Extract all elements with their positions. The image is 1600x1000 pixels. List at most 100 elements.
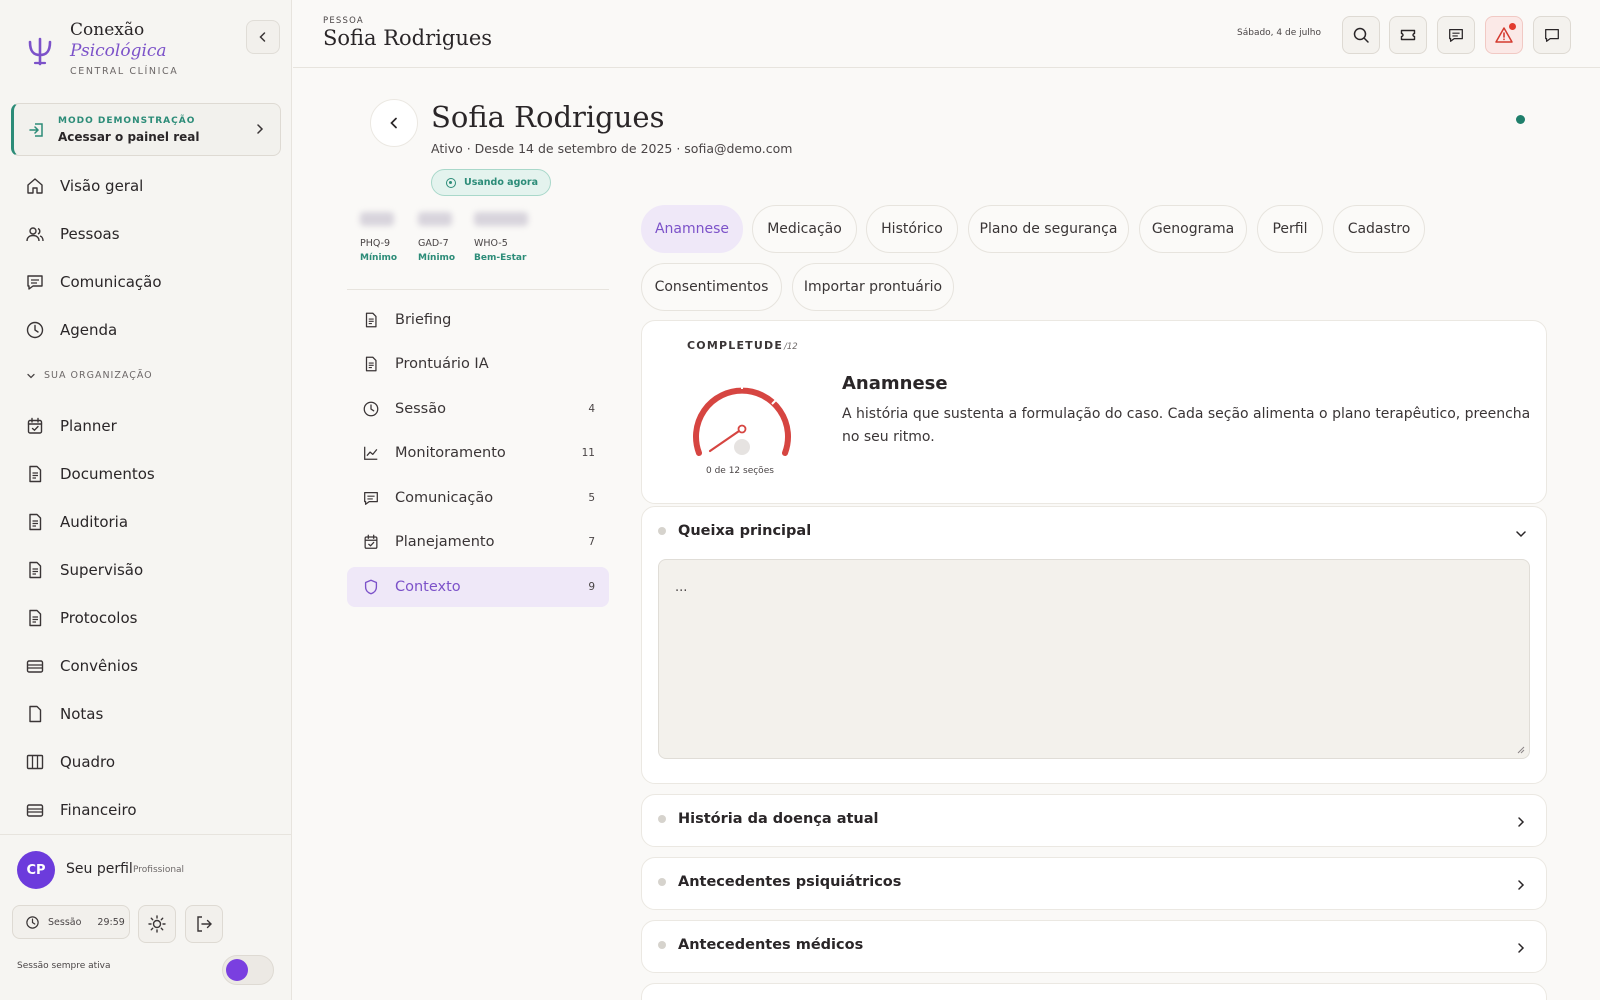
subnav-label: Contexto: [395, 579, 461, 595]
chevron-down-icon[interactable]: [1514, 527, 1528, 541]
nav-item-auditoria[interactable]: Auditoria: [24, 507, 274, 537]
score-level: Mínimo: [418, 253, 456, 263]
nav-item-pessoas[interactable]: Pessoas: [24, 219, 274, 249]
tab-cadastro[interactable]: Cadastro: [1333, 205, 1425, 253]
subnav-item-contexto[interactable]: Contexto 9: [347, 567, 609, 607]
clock-icon: [361, 399, 381, 419]
subnav-label: Planejamento: [395, 534, 495, 550]
section-header: História da doença atual: [658, 811, 879, 827]
message-icon: [24, 271, 46, 293]
nav-item-quadro[interactable]: Quadro: [24, 747, 274, 777]
ticket-icon: [1400, 29, 1416, 41]
completeness-card: COMPLETUDE /12 0 de 12 seções Anamnese A…: [641, 320, 1547, 504]
radio-dot-icon: [446, 177, 456, 188]
score-level: Mínimo: [360, 253, 398, 263]
section-toggle-organizacao[interactable]: SUA ORGANIZAÇÃO: [26, 370, 153, 381]
page-tag: PESSOA: [323, 16, 364, 26]
enter-icon: [29, 123, 43, 137]
nav-item-protocolos[interactable]: Protocolos: [24, 603, 274, 633]
queixa-principal-textarea[interactable]: ...: [658, 559, 1530, 759]
nav-item-supervisao[interactable]: Supervisão: [24, 555, 274, 585]
clock-icon: [24, 319, 46, 341]
section-title: Antecedentes psiquiátricos: [678, 874, 902, 890]
score-name: PHQ-9: [360, 238, 391, 249]
status-dot: [658, 941, 666, 949]
nav-item-agenda[interactable]: Agenda: [24, 315, 274, 345]
nav-label: Auditoria: [60, 513, 129, 531]
chart-line-icon: [361, 443, 381, 463]
tab-plano-de-seguranca[interactable]: Plano de segurança: [968, 205, 1129, 253]
nav-label: Agenda: [60, 321, 118, 339]
subnav-item-briefing[interactable]: Briefing: [347, 300, 609, 340]
nav-item-comunicacao[interactable]: Comunicação: [24, 267, 274, 297]
chevron-right-icon: [1518, 880, 1525, 890]
notification-dot: [1509, 23, 1516, 30]
subnav-item-planejamento[interactable]: Planejamento 7: [347, 522, 609, 562]
psi-logo-icon: [28, 37, 52, 66]
subnav-label: Sessão: [395, 401, 446, 417]
nav-item-planner[interactable]: Planner: [24, 411, 274, 441]
subnav-item-sessao[interactable]: Sessão 4: [347, 389, 609, 429]
tab-historico[interactable]: Histórico: [866, 205, 958, 253]
person-meta: Ativo · Desde 14 de setembro de 2025 · s…: [431, 141, 793, 156]
current-date: Sábado, 4 de julho: [1237, 28, 1322, 38]
section-queixa-principal: Queixa principal ...: [641, 506, 1547, 784]
brand[interactable]: Conexão Psicológica CENTRAL CLÍNICA: [24, 20, 274, 82]
card-icon: [24, 799, 46, 821]
tab-medicacao[interactable]: Medicação: [752, 205, 857, 253]
score-gad7[interactable]: GAD-7 Mínimo: [418, 212, 455, 263]
always-active-toggle[interactable]: [222, 955, 274, 985]
nav-label: Notas: [60, 705, 104, 723]
nav-label: Planner: [60, 417, 117, 435]
ticket-button[interactable]: [1389, 16, 1427, 54]
section-antecedentes-medicos[interactable]: Antecedentes médicos: [641, 920, 1547, 973]
tab-perfil[interactable]: Perfil: [1257, 205, 1323, 253]
chevron-right-icon: [257, 124, 264, 134]
score-who5[interactable]: WHO-5 Bem-Estar: [474, 212, 528, 263]
logout-button[interactable]: [185, 905, 223, 943]
document-icon: [24, 607, 46, 629]
profile-role: Profissional: [133, 865, 185, 875]
tab-consentimentos[interactable]: Consentimentos: [641, 263, 782, 311]
status-dot: [658, 815, 666, 823]
section-title: SUA ORGANIZAÇÃO: [44, 370, 153, 381]
logout-icon: [197, 916, 212, 932]
collapse-sidebar-button[interactable]: [246, 20, 280, 54]
subnav-item-comunicacao[interactable]: Comunicação 5: [347, 478, 609, 518]
section-next-partial[interactable]: [641, 983, 1547, 1000]
back-button[interactable]: [370, 99, 418, 147]
subnav-label: Monitoramento: [395, 445, 506, 461]
tab-genograma[interactable]: Genograma: [1139, 205, 1247, 253]
brand-name: Conexão: [70, 20, 145, 40]
nav-label: Quadro: [60, 753, 116, 771]
nav-item-notas[interactable]: Notas: [24, 699, 274, 729]
nav-item-documentos[interactable]: Documentos: [24, 459, 274, 489]
profile-name[interactable]: Seu perfil: [66, 861, 133, 877]
resize-handle-icon[interactable]: [1515, 744, 1525, 754]
subnav-label: Prontuário IA: [395, 356, 489, 372]
section-header[interactable]: Queixa principal: [658, 523, 811, 539]
section-historia-doenca-atual[interactable]: História da doença atual: [641, 794, 1547, 847]
subnav-item-prontuario-ia[interactable]: Prontuário IA: [347, 344, 609, 384]
document-icon: [24, 511, 46, 533]
theme-toggle-button[interactable]: [138, 905, 176, 943]
score-value-hidden: [418, 212, 452, 226]
status-dot: [658, 878, 666, 886]
nav-item-visao-geral[interactable]: Visão geral: [24, 171, 274, 201]
nav-item-convenios[interactable]: Convênios: [24, 651, 274, 681]
nav-item-financeiro[interactable]: Financeiro: [24, 795, 274, 825]
avatar[interactable]: CP: [17, 851, 55, 889]
score-phq9[interactable]: PHQ-9 Mínimo: [360, 212, 397, 263]
demo-mode-card[interactable]: MODO DEMONSTRAÇÃO Acessar o painel real: [11, 103, 281, 156]
card-icon: [24, 655, 46, 677]
messages-button[interactable]: [1437, 16, 1475, 54]
nav-label: Pessoas: [60, 225, 120, 243]
session-timer[interactable]: Sessão 29:59: [12, 905, 130, 939]
tab-anamnese[interactable]: Anamnese: [641, 205, 743, 253]
search-button[interactable]: [1342, 16, 1380, 54]
alerts-button[interactable]: [1485, 16, 1523, 54]
subnav-item-monitoramento[interactable]: Monitoramento 11: [347, 433, 609, 473]
tab-importar-prontuario[interactable]: Importar prontuário: [792, 263, 954, 311]
section-antecedentes-psiquiatricos[interactable]: Antecedentes psiquiátricos: [641, 857, 1547, 910]
chat-button[interactable]: [1533, 16, 1571, 54]
